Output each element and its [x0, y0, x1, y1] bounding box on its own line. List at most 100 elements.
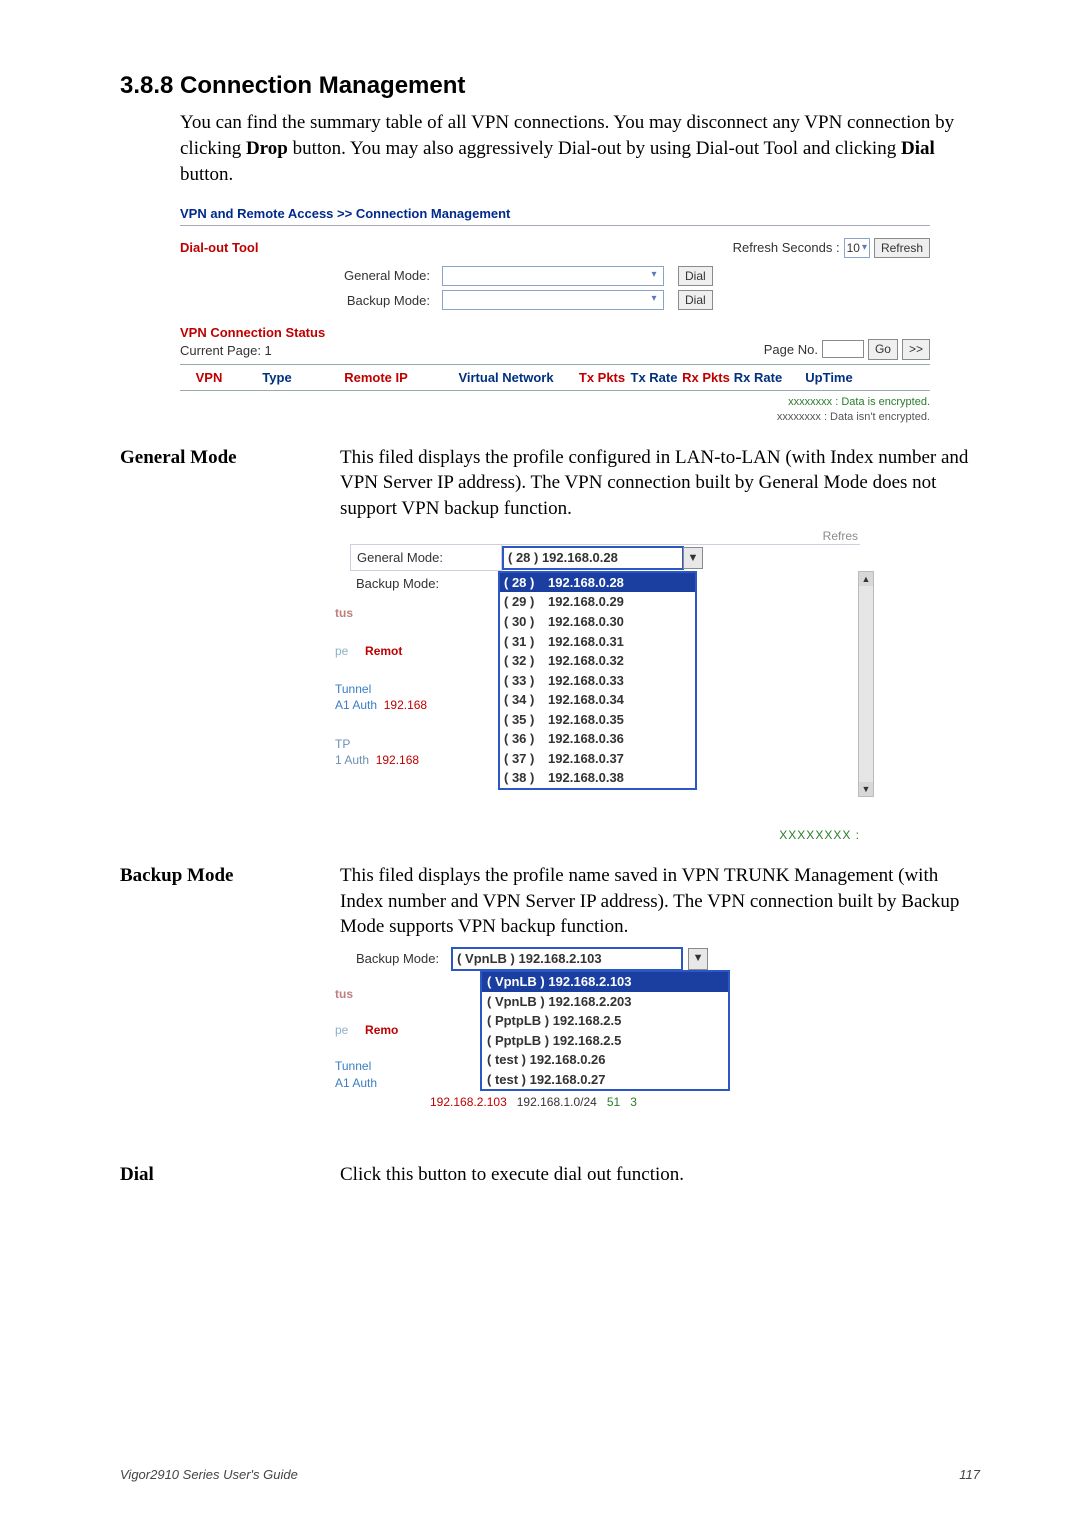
- breadcrumb: VPN and Remote Access >> Connection Mana…: [180, 205, 930, 226]
- dropdown-option[interactable]: ( 30 )192.168.0.30: [500, 612, 695, 632]
- refresh-truncated-label: Refres: [350, 528, 860, 544]
- faded-a1auth-2: A1 Auth: [335, 1076, 377, 1090]
- legend-xxxx: XXXXXXXX :: [350, 827, 860, 843]
- page-no-input[interactable]: [822, 340, 864, 358]
- legend-not-encrypted: xxxxxxxx : Data isn't encrypted.: [180, 410, 930, 425]
- col-virtual-network: Virtual Network: [436, 369, 576, 387]
- faded-tp: TP: [335, 737, 350, 751]
- general-mode-options-list[interactable]: ( 28 )192.168.0.28( 29 )192.168.0.29( 30…: [498, 571, 697, 790]
- faded-1auth: 1 Auth: [335, 753, 369, 767]
- intro-bold-drop: Drop: [246, 138, 288, 159]
- dropdown-option[interactable]: ( VpnLB ) 192.168.2.103: [482, 972, 728, 992]
- scroll-up-icon[interactable]: ▲: [859, 572, 873, 586]
- faded-remot: Remot: [365, 644, 402, 658]
- dropdown-option[interactable]: ( 36 )192.168.0.36: [500, 729, 695, 749]
- vpn-table-header: VPN Type Remote IP Virtual Network Tx Pk…: [180, 364, 930, 392]
- dropdown-option[interactable]: ( 34 )192.168.0.34: [500, 690, 695, 710]
- faded-ip-1: 192.168: [384, 698, 427, 712]
- dropdown-arrow-button[interactable]: ▼: [683, 547, 703, 569]
- dropdown-option[interactable]: ( 28 )192.168.0.28: [500, 573, 695, 593]
- general-mode-select[interactable]: ▾: [442, 266, 664, 286]
- col-tx-rate: Tx Rate: [628, 369, 680, 387]
- current-page-label: Current Page: 1: [180, 342, 325, 360]
- chevron-down-icon: ▾: [647, 268, 661, 282]
- row-ip-2: 192.168.1.0/24: [517, 1094, 597, 1110]
- footer-left: Vigor2910 Series User's Guide: [120, 1466, 298, 1484]
- backup-mode-field-label-2: Backup Mode:: [350, 946, 445, 972]
- dropdown-option[interactable]: ( test ) 192.168.0.26: [482, 1050, 728, 1070]
- footer-page-number: 117: [959, 1466, 980, 1484]
- dial-button-backup[interactable]: Dial: [678, 290, 713, 310]
- section-heading: 3.8.8 Connection Management: [120, 70, 980, 102]
- general-mode-dropdown[interactable]: ( 28 ) 192.168.0.28: [502, 546, 684, 570]
- intro-bold-dial: Dial: [901, 138, 935, 159]
- backup-mode-field-label: Backup Mode:: [350, 571, 500, 597]
- general-mode-field-label: General Mode:: [350, 545, 502, 572]
- col-vpn: VPN: [180, 369, 238, 387]
- col-remote-ip: Remote IP: [316, 369, 436, 387]
- faded-remo: Remo: [365, 1023, 398, 1037]
- faded-tunnel: Tunnel: [335, 682, 371, 696]
- dropdown-arrow-button-2[interactable]: ▼: [688, 948, 708, 970]
- connection-management-panel: VPN and Remote Access >> Connection Mana…: [180, 205, 930, 424]
- dial-out-tool-title: Dial-out Tool: [180, 239, 258, 257]
- faded-ip-2: 192.168: [376, 753, 419, 767]
- dial-button-general[interactable]: Dial: [678, 266, 713, 286]
- dropdown-option[interactable]: ( 33 )192.168.0.33: [500, 671, 695, 691]
- dropdown-option[interactable]: ( PptpLB ) 192.168.2.5: [482, 1011, 728, 1031]
- backup-mode-label: Backup Mode:: [180, 292, 434, 310]
- term-general-mode: General Mode: [120, 445, 340, 471]
- dropdown-option[interactable]: ( 31 )192.168.0.31: [500, 632, 695, 652]
- refresh-seconds-select[interactable]: 10 ▾: [844, 238, 870, 258]
- backup-mode-selected-value: ( VpnLB ) 192.168.2.103: [457, 950, 602, 968]
- page-no-label: Page No.: [764, 341, 818, 359]
- desc-general-mode: This filed displays the profile configur…: [340, 445, 980, 522]
- chevron-down-icon: ▾: [860, 241, 867, 255]
- intro-text-3: button.: [180, 164, 233, 185]
- scrollbar[interactable]: ▲ ▼: [858, 571, 874, 797]
- backup-mode-options-list[interactable]: ( VpnLB ) 192.168.2.103( VpnLB ) 192.168…: [480, 970, 730, 1091]
- general-mode-screenshot: Refres tus pe Remot Tunnel A1 Auth 192.1…: [350, 528, 860, 843]
- refresh-seconds-label: Refresh Seconds :: [733, 239, 840, 257]
- vpn-connection-status-title: VPN Connection Status: [180, 324, 325, 342]
- scroll-down-icon[interactable]: ▼: [859, 782, 873, 796]
- dropdown-option[interactable]: ( 35 )192.168.0.35: [500, 710, 695, 730]
- col-uptime: UpTime: [784, 369, 874, 387]
- dropdown-option[interactable]: ( VpnLB ) 192.168.2.203: [482, 992, 728, 1012]
- term-dial: Dial: [120, 1162, 340, 1188]
- row-val-1: 51: [607, 1094, 620, 1110]
- next-page-button[interactable]: >>: [902, 339, 930, 359]
- dropdown-option[interactable]: ( PptpLB ) 192.168.2.5: [482, 1031, 728, 1051]
- col-type: Type: [238, 369, 316, 387]
- faded-pe-2: pe: [335, 1023, 348, 1037]
- row-ip-1: 192.168.2.103: [430, 1094, 507, 1110]
- dropdown-option[interactable]: ( 37 )192.168.0.37: [500, 749, 695, 769]
- dropdown-option[interactable]: ( 32 )192.168.0.32: [500, 651, 695, 671]
- chevron-down-icon: ▾: [647, 292, 661, 306]
- faded-a1auth: A1 Auth: [335, 698, 377, 712]
- desc-backup-mode: This filed displays the profile name sav…: [340, 863, 980, 940]
- backup-mode-screenshot: tus pe Remo Tunnel A1 Auth Backup Mode: …: [350, 946, 890, 1142]
- faded-pe: pe: [335, 644, 348, 658]
- dropdown-option[interactable]: ( 38 )192.168.0.38: [500, 768, 695, 788]
- refresh-button[interactable]: Refresh: [874, 238, 930, 258]
- legend-encrypted: xxxxxxxx : Data is encrypted.: [180, 395, 930, 410]
- intro-text-2: button. You may also aggressively Dial-o…: [288, 138, 901, 159]
- general-mode-label: General Mode:: [180, 267, 434, 285]
- go-button[interactable]: Go: [868, 339, 898, 359]
- dropdown-option[interactable]: ( 29 )192.168.0.29: [500, 592, 695, 612]
- backup-mode-dropdown[interactable]: ( VpnLB ) 192.168.2.103: [451, 947, 683, 971]
- vpn-status-row: 192.168.2.103 192.168.1.0/24 51 3: [430, 1094, 637, 1110]
- refresh-seconds-value: 10: [847, 240, 860, 256]
- desc-dial: Click this button to execute dial out fu…: [340, 1162, 980, 1188]
- col-rx-rate: Rx Rate: [732, 369, 784, 387]
- faded-tus-2: tus: [335, 986, 398, 1002]
- intro-paragraph: You can find the summary table of all VP…: [180, 110, 980, 187]
- faded-tunnel-2: Tunnel: [335, 1059, 371, 1073]
- dropdown-option[interactable]: ( test ) 192.168.0.27: [482, 1070, 728, 1090]
- backup-mode-select[interactable]: ▾: [442, 290, 664, 310]
- col-tx-pkts: Tx Pkts: [576, 369, 628, 387]
- faded-tus: tus: [335, 605, 427, 621]
- general-mode-selected-value: ( 28 ) 192.168.0.28: [508, 549, 618, 567]
- term-backup-mode: Backup Mode: [120, 863, 340, 889]
